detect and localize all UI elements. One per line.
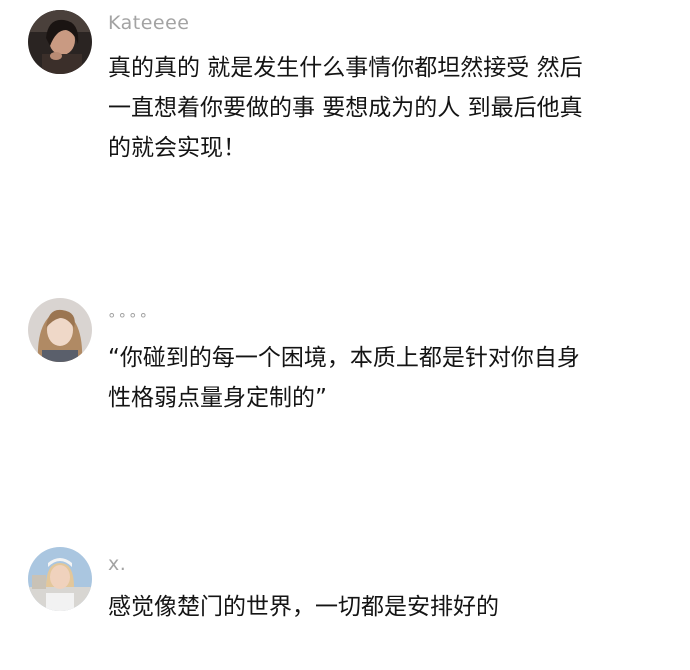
- username[interactable]: °°°°: [108, 310, 150, 328]
- comment-text-line: “你碰到的每一个困境，本质上都是针对你自身: [108, 345, 580, 371]
- comment-text: 感觉像楚门的世界，一切都是安排好的: [108, 587, 668, 627]
- comment-text-line: 真的真的 就是发生什么事情你都坦然接受 然后: [108, 55, 583, 81]
- avatar[interactable]: [28, 547, 92, 611]
- comment-text-line: 感觉像楚门的世界，一切都是安排好的: [108, 594, 499, 620]
- username[interactable]: x.: [108, 553, 126, 575]
- avatar[interactable]: [28, 298, 92, 362]
- comment-text-line: 性格弱点量身定制的”: [108, 385, 327, 411]
- comment-text-line: 的就会实现！: [108, 135, 246, 161]
- comment-text: 真的真的 就是发生什么事情你都坦然接受 然后 一直想着你要做的事 要想成为的人 …: [108, 48, 668, 168]
- comment-text: “你碰到的每一个困境，本质上都是针对你自身 性格弱点量身定制的”: [108, 338, 668, 418]
- avatar[interactable]: [28, 10, 92, 74]
- username[interactable]: Kateeee: [108, 12, 189, 34]
- comment-text-line: 一直想着你要做的事 要想成为的人 到最后他真: [108, 95, 583, 121]
